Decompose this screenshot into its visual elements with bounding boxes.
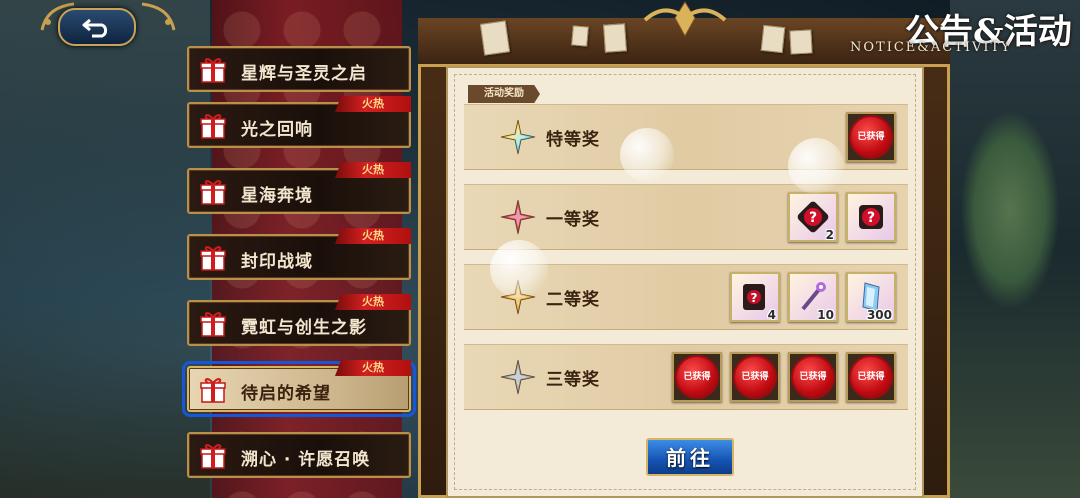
hot-badge: 火热 bbox=[335, 294, 411, 310]
page-subtitle: NOTICE&ACTIVITY bbox=[850, 40, 1012, 55]
activity-item[interactable]: 霓虹与创生之影 火热 bbox=[187, 294, 411, 346]
activity-item-label: 光之回响 bbox=[241, 120, 313, 140]
back-button[interactable] bbox=[58, 8, 136, 46]
section-tag: 活动奖励 bbox=[468, 85, 540, 103]
prize-label: 特等奖 bbox=[546, 130, 600, 150]
prize-label: 一等奖 bbox=[546, 210, 600, 230]
prize-label: 二等奖 bbox=[546, 290, 600, 310]
gift-icon bbox=[200, 58, 226, 83]
reward-count: 2 bbox=[825, 228, 834, 242]
hot-badge: 火热 bbox=[335, 228, 411, 244]
activity-item[interactable]: 星海奔境 火热 bbox=[187, 162, 411, 214]
go-button[interactable]: 前往 bbox=[646, 438, 734, 476]
gift-icon bbox=[200, 114, 226, 139]
reward-slot[interactable]: ? bbox=[846, 192, 896, 242]
paper-note-decoration bbox=[479, 20, 511, 56]
reward-count: 300 bbox=[866, 308, 892, 322]
activity-item[interactable]: 光之回响 火热 bbox=[187, 96, 411, 148]
activity-item-label: 星海奔境 bbox=[241, 186, 313, 206]
gift-icon bbox=[200, 246, 226, 271]
bubble-effect bbox=[788, 138, 844, 194]
activity-item-label: 封印战域 bbox=[241, 252, 313, 272]
reward-slot[interactable]: ? 2 bbox=[788, 192, 838, 242]
obtained-seal: 已获得 bbox=[793, 357, 833, 397]
reward-count: 10 bbox=[817, 308, 834, 322]
gift-icon bbox=[200, 444, 226, 469]
svg-text:?: ? bbox=[867, 210, 875, 226]
reward-slot[interactable]: 已获得 bbox=[846, 352, 896, 402]
prize-row: 三等奖 已获得 已获得 已获得 已获得 bbox=[464, 344, 908, 410]
obtained-seal: 已获得 bbox=[735, 357, 775, 397]
activity-item[interactable]: 星辉与圣灵之启 bbox=[187, 46, 411, 92]
obtained-seal: 已获得 bbox=[677, 357, 717, 397]
prize-label: 三等奖 bbox=[546, 370, 600, 390]
reward-count: 4 bbox=[767, 308, 776, 322]
svg-text:?: ? bbox=[751, 291, 758, 305]
hot-badge: 火热 bbox=[335, 360, 411, 376]
star-icon bbox=[500, 199, 536, 235]
gift-icon bbox=[200, 312, 226, 337]
prize-row: 一等奖 ? 2 ? bbox=[464, 184, 908, 250]
activity-item-label: 星辉与圣灵之启 bbox=[241, 64, 367, 84]
obtained-seal: 已获得 bbox=[851, 357, 891, 397]
activity-item-label: 溯心 · 许愿召唤 bbox=[241, 450, 371, 470]
paper-note-decoration bbox=[603, 23, 627, 53]
tree-decoration bbox=[960, 110, 1060, 310]
reward-slot[interactable]: 300 bbox=[846, 272, 896, 322]
reward-slot[interactable]: 已获得 bbox=[672, 352, 722, 402]
crest-ornament-icon bbox=[643, 1, 727, 38]
paper-note-decoration bbox=[571, 25, 589, 47]
reward-slot[interactable]: 已获得 bbox=[730, 352, 780, 402]
gift-icon bbox=[200, 180, 226, 205]
bubble-effect bbox=[620, 128, 674, 182]
paper-note-decoration bbox=[789, 29, 813, 55]
mystery-item-icon: ? bbox=[859, 205, 883, 229]
activity-item[interactable]: 溯心 · 许愿召唤 bbox=[187, 432, 411, 478]
back-arrow-icon bbox=[82, 18, 108, 38]
reward-slot[interactable]: ? 4 bbox=[730, 272, 780, 322]
ornament-icon bbox=[141, 2, 176, 31]
reward-slot[interactable]: 已获得 bbox=[788, 352, 838, 402]
bubble-effect bbox=[490, 240, 548, 298]
star-icon bbox=[500, 119, 536, 155]
mystery-item-icon: ? bbox=[797, 201, 829, 233]
paper-note-decoration bbox=[760, 24, 786, 54]
star-icon bbox=[500, 359, 536, 395]
reward-slot[interactable]: 10 bbox=[788, 272, 838, 322]
hot-badge: 火热 bbox=[335, 162, 411, 178]
activity-item-label: 霓虹与创生之影 bbox=[241, 318, 367, 338]
scroll-icon: ? bbox=[743, 284, 765, 310]
activity-item[interactable]: 封印战域 火热 bbox=[187, 228, 411, 280]
activity-item[interactable]: 待启的希望 火热 bbox=[182, 360, 416, 417]
background-right-scenery bbox=[950, 0, 1080, 498]
obtained-seal: 已获得 bbox=[851, 117, 891, 157]
reward-slot[interactable]: 已获得 bbox=[846, 112, 896, 162]
activity-item-label: 待启的希望 bbox=[241, 384, 331, 404]
svg-text:?: ? bbox=[809, 210, 817, 226]
background-scenery bbox=[0, 0, 210, 498]
hot-badge: 火热 bbox=[335, 96, 411, 112]
gift-icon bbox=[200, 378, 226, 403]
